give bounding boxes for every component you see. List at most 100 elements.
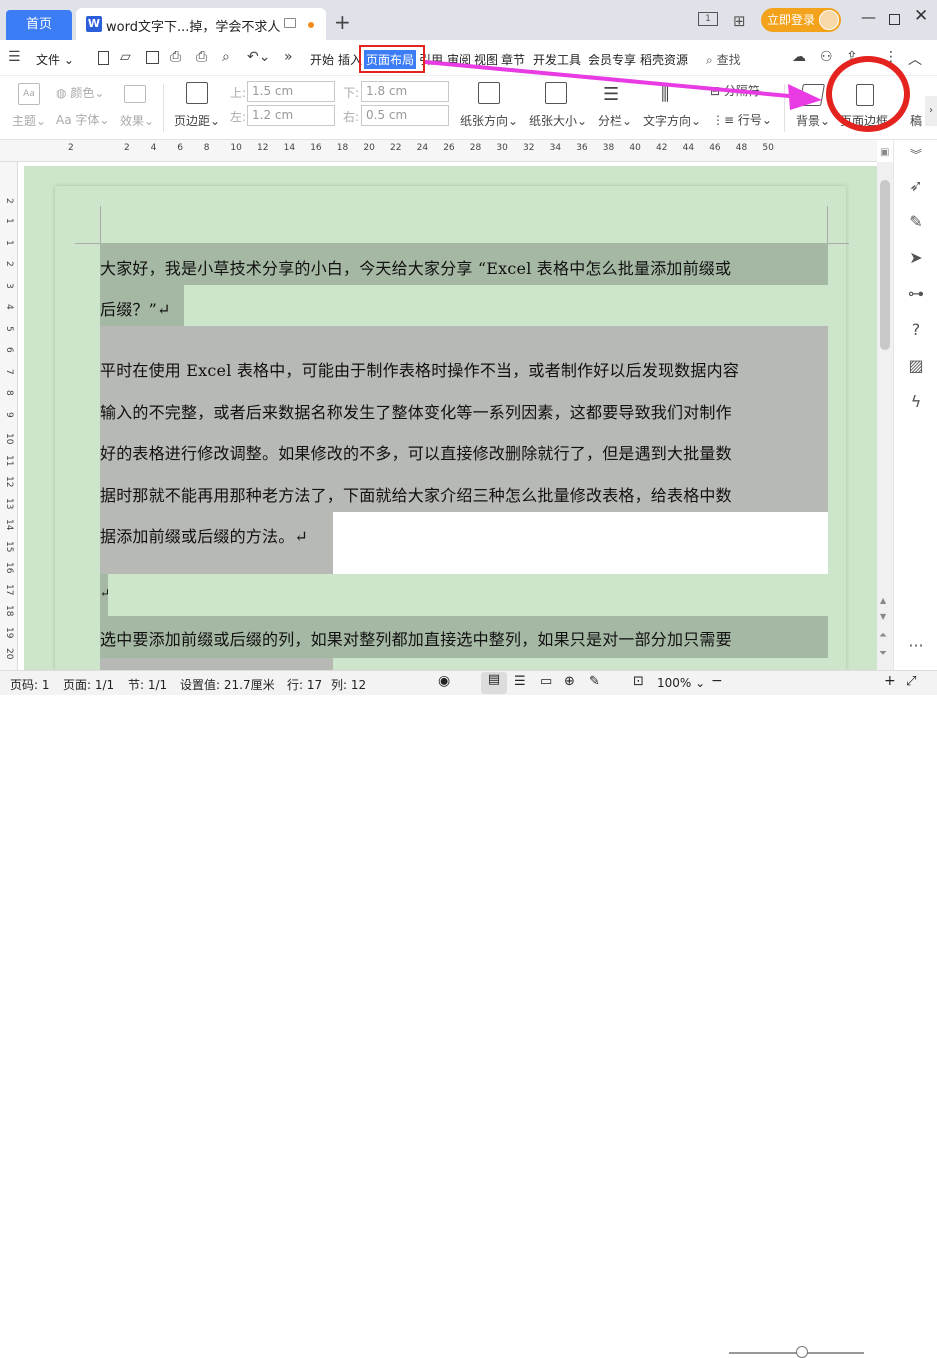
paragraph-line[interactable]: 好的表格进行修改调整。如果修改的不多，可以直接修改删除就行了，但是遇到大批量数 — [100, 440, 732, 464]
separator-button[interactable]: ⊟ 分隔符⌄ — [710, 82, 770, 99]
document-tab[interactable]: W word文字下...掉，学会不求人 — [76, 8, 326, 40]
scroll-down-icon[interactable]: ▼ — [880, 612, 886, 621]
margin-icon[interactable] — [186, 82, 208, 104]
read-view-icon[interactable]: ▭ — [540, 674, 552, 689]
undo-icon[interactable]: ↶⌄ — [247, 49, 270, 65]
background-button[interactable]: 背景⌄ — [796, 112, 830, 129]
zoom-in-icon[interactable]: + — [884, 673, 896, 689]
effect-button[interactable]: 效果⌄ — [120, 112, 154, 129]
collapse-ribbon-icon[interactable]: ︿ — [908, 49, 922, 69]
line-number-button[interactable]: ⋮≡ 行号⌄ — [712, 111, 772, 128]
ruler-toggle-icon[interactable]: ▣ — [880, 147, 889, 158]
paragraph-line[interactable]: 平时在使用 Excel 表格中，可能由于制作表格时操作不当，或者制作好以后发现数… — [100, 357, 739, 381]
open-folder-icon[interactable]: ▱ — [120, 49, 131, 65]
outline-view-icon[interactable]: ☰ — [514, 674, 526, 689]
print-preview-icon[interactable]: ⌕ — [222, 49, 230, 65]
menu-member[interactable]: 会员专享 — [588, 51, 636, 68]
hamburger-icon[interactable]: ☰ — [8, 49, 21, 65]
grid-apps-icon[interactable]: ⊞ — [733, 12, 746, 30]
text-direction-button[interactable]: 文字方向⌄ — [643, 112, 701, 129]
right-margin-input[interactable]: 0.5 cm — [361, 105, 449, 126]
scrollbar-thumb[interactable] — [880, 180, 890, 350]
image-edit-icon[interactable]: ▨ — [906, 356, 926, 376]
window-layout-icon[interactable]: 1 — [698, 12, 718, 26]
top-margin-input[interactable]: 1.5 cm — [247, 81, 335, 102]
font-button[interactable]: Aa 字体⌄ — [56, 111, 109, 128]
margin-button[interactable]: 页边距⌄ — [174, 112, 220, 129]
paragraph-line[interactable]: 后缀？”↵ — [100, 296, 171, 320]
rocket-icon[interactable]: ➶ — [906, 176, 926, 196]
close-icon[interactable]: ✕ — [914, 6, 928, 26]
columns-button[interactable]: 分栏⌄ — [598, 112, 632, 129]
print-icon[interactable]: ⎙ — [196, 49, 207, 65]
fit-page-icon[interactable]: ⊡ — [633, 674, 644, 689]
paper-size-icon[interactable] — [545, 82, 567, 104]
search-button[interactable]: ⌕ 查找 — [706, 51, 741, 68]
menu-file[interactable]: 文件 ⌄ — [36, 51, 74, 68]
pen-icon[interactable]: ✎ — [906, 212, 926, 232]
menu-start[interactable]: 开始 — [310, 51, 334, 68]
paragraph-line[interactable]: 据时那就不能再用那种老方法了，下面就给大家介绍三种怎么批量修改表格，给表格中数 — [100, 482, 732, 506]
column-number[interactable]: 列: 12 — [331, 676, 366, 693]
eye-protect-icon[interactable]: ◉ — [438, 673, 450, 689]
section-count[interactable]: 节: 1/1 — [128, 676, 167, 693]
theme-button[interactable]: 主题⌄ — [12, 112, 46, 129]
orientation-button[interactable]: 纸张方向⌄ — [460, 112, 518, 129]
draft-button[interactable]: 稿 — [910, 112, 922, 129]
zoom-slider-thumb[interactable] — [796, 1346, 808, 1358]
effect-icon[interactable] — [124, 85, 146, 103]
lightning-icon[interactable]: ϟ — [906, 392, 926, 412]
menu-view[interactable]: 视图 — [474, 51, 498, 68]
row-number[interactable]: 行: 17 — [287, 676, 322, 693]
menu-dev-tools[interactable]: 开发工具 — [533, 51, 581, 68]
save-icon[interactable] — [146, 51, 159, 64]
more-chevron-icon[interactable]: » — [284, 49, 293, 65]
orientation-icon[interactable] — [478, 82, 500, 104]
paper-size-button[interactable]: 纸张大小⌄ — [529, 112, 587, 129]
zoom-out-icon[interactable]: − — [711, 673, 723, 689]
maximize-icon[interactable] — [889, 14, 900, 25]
monitor-icon[interactable] — [284, 18, 296, 28]
login-button[interactable]: 立即登录 — [761, 8, 841, 32]
next-page-icon[interactable]: ⏷ — [879, 648, 887, 659]
menu-section[interactable]: 章节 — [501, 51, 525, 68]
new-tab-button[interactable]: + — [334, 10, 351, 34]
scroll-up-icon[interactable]: ▲ — [880, 596, 886, 605]
setting-value[interactable]: 设置值: 21.7厘米 — [180, 676, 275, 693]
cloud-icon[interactable]: ☁ — [792, 49, 806, 65]
collapse-icon[interactable]: ︾ — [906, 146, 926, 166]
theme-icon[interactable]: Aa — [18, 83, 40, 105]
paragraph-line[interactable]: 输入的不完整，或者后来数据名称发生了整体变化等一系列因素，这都要导致我们对制作 — [100, 399, 732, 423]
background-icon[interactable] — [799, 84, 825, 106]
cursor-icon[interactable]: ➤ — [906, 248, 926, 268]
zoom-level[interactable]: 100% ⌄ — [657, 676, 705, 690]
color-button[interactable]: ◍ 颜色⌄ — [56, 84, 104, 101]
new-doc-icon[interactable] — [98, 51, 109, 65]
fullscreen-icon[interactable]: ⤢ — [906, 674, 916, 689]
text-direction-icon[interactable]: ⫼ — [661, 84, 669, 105]
paragraph-line[interactable]: 大家好，我是小草技术分享的小白，今天给大家分享 “Excel 表格中怎么批量添加… — [100, 255, 731, 279]
web-view-icon[interactable]: ⊕ — [564, 674, 575, 689]
columns-icon[interactable]: ☰ — [603, 84, 619, 105]
paragraph-mark[interactable]: ↵ — [100, 586, 110, 600]
page-number[interactable]: 页码: 1 — [10, 676, 50, 693]
sliders-icon[interactable]: ⊶ — [906, 284, 926, 304]
menu-docer[interactable]: 稻壳资源 — [640, 51, 688, 68]
help-icon[interactable]: ? — [906, 320, 926, 340]
minimize-icon[interactable]: — — [861, 8, 876, 26]
ribbon-scroll-right-icon[interactable]: › — [925, 96, 937, 126]
more-dots-icon[interactable]: ··· — [906, 636, 926, 656]
menu-review[interactable]: 审阅 — [447, 51, 471, 68]
page-view-icon[interactable]: ▤ — [481, 672, 507, 694]
paragraph-line[interactable]: 据添加前缀或后缀的方法。↵ — [100, 523, 308, 547]
home-tab[interactable]: 首页 — [6, 10, 72, 40]
page-count[interactable]: 页面: 1/1 — [63, 676, 114, 693]
export-icon[interactable]: ⎙ — [170, 49, 181, 65]
share-user-icon[interactable]: ⚇ — [820, 49, 833, 65]
paragraph-line[interactable]: 选中要添加前缀或后缀的列，如果对整列都加直接选中整列，如果只是对一部分加只需要 — [100, 626, 732, 650]
bottom-margin-input[interactable]: 1.8 cm — [361, 81, 449, 102]
write-mode-icon[interactable]: ✎ — [589, 674, 600, 689]
ruler-tick-label: 8 — [203, 143, 210, 153]
prev-page-icon[interactable]: ⏶ — [879, 630, 887, 641]
left-margin-input[interactable]: 1.2 cm — [247, 105, 335, 126]
